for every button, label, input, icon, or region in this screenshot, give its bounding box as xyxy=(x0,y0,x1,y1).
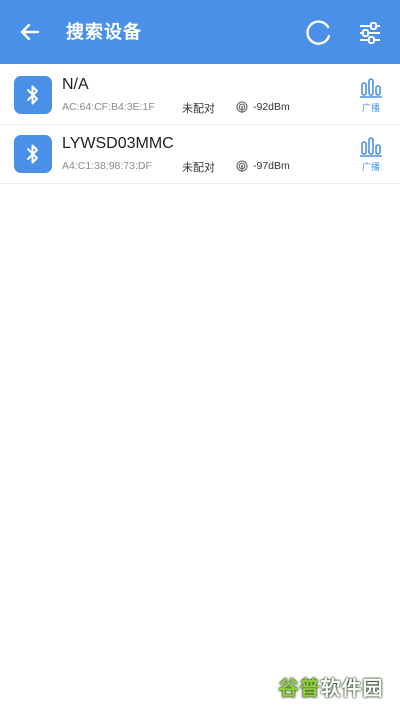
bluetooth-badge xyxy=(14,76,52,114)
pairing-status: 未配对 xyxy=(182,161,215,174)
watermark-brand: 谷普 xyxy=(278,675,321,700)
bluetooth-icon xyxy=(27,85,38,105)
filter-sliders-icon xyxy=(360,22,380,44)
device-rssi: -97dBm xyxy=(253,160,290,172)
bluetooth-badge xyxy=(14,135,52,173)
device-row[interactable]: LYWSD03MMC A4:C1:38:98:73:DF 未配对 -97dBm … xyxy=(0,125,400,184)
advertisement-label: 广播 xyxy=(361,104,380,114)
back-button[interactable] xyxy=(14,16,46,48)
advertisement-label: 广播 xyxy=(361,163,380,173)
refresh-icon xyxy=(306,20,331,45)
bar-chart-icon xyxy=(360,137,382,157)
advertisement-button[interactable]: 广播 xyxy=(356,137,386,175)
watermark-suffix: 软件园 xyxy=(320,675,384,700)
arrow-left-icon xyxy=(20,23,40,41)
device-mac-address: A4:C1:38:98:73:DF xyxy=(62,160,152,172)
app-screen: 搜索设备 N/A AC:64:CF:B4:3E:1F 未配对 -92dBm 广播… xyxy=(0,0,400,711)
pairing-status: 未配对 xyxy=(182,102,215,115)
signal-strength-icon xyxy=(236,160,248,172)
signal-strength-icon xyxy=(236,101,248,113)
bluetooth-icon xyxy=(27,144,38,164)
device-row[interactable]: N/A AC:64:CF:B4:3E:1F 未配对 -92dBm 广播 xyxy=(0,66,400,125)
refresh-button[interactable] xyxy=(303,17,335,49)
device-list: N/A AC:64:CF:B4:3E:1F 未配对 -92dBm 广播 LYWS… xyxy=(0,66,400,184)
page-title: 搜索设备 xyxy=(66,22,142,43)
device-mac-address: AC:64:CF:B4:3E:1F xyxy=(62,101,155,113)
watermark: 谷普 软件园 xyxy=(270,668,392,704)
device-rssi: -92dBm xyxy=(253,101,290,113)
device-name: N/A xyxy=(62,76,89,93)
top-app-bar: 搜索设备 xyxy=(0,0,400,64)
bar-chart-icon xyxy=(360,78,382,98)
advertisement-button[interactable]: 广播 xyxy=(356,78,386,116)
device-name: LYWSD03MMC xyxy=(62,135,174,152)
filter-button[interactable] xyxy=(354,17,386,49)
